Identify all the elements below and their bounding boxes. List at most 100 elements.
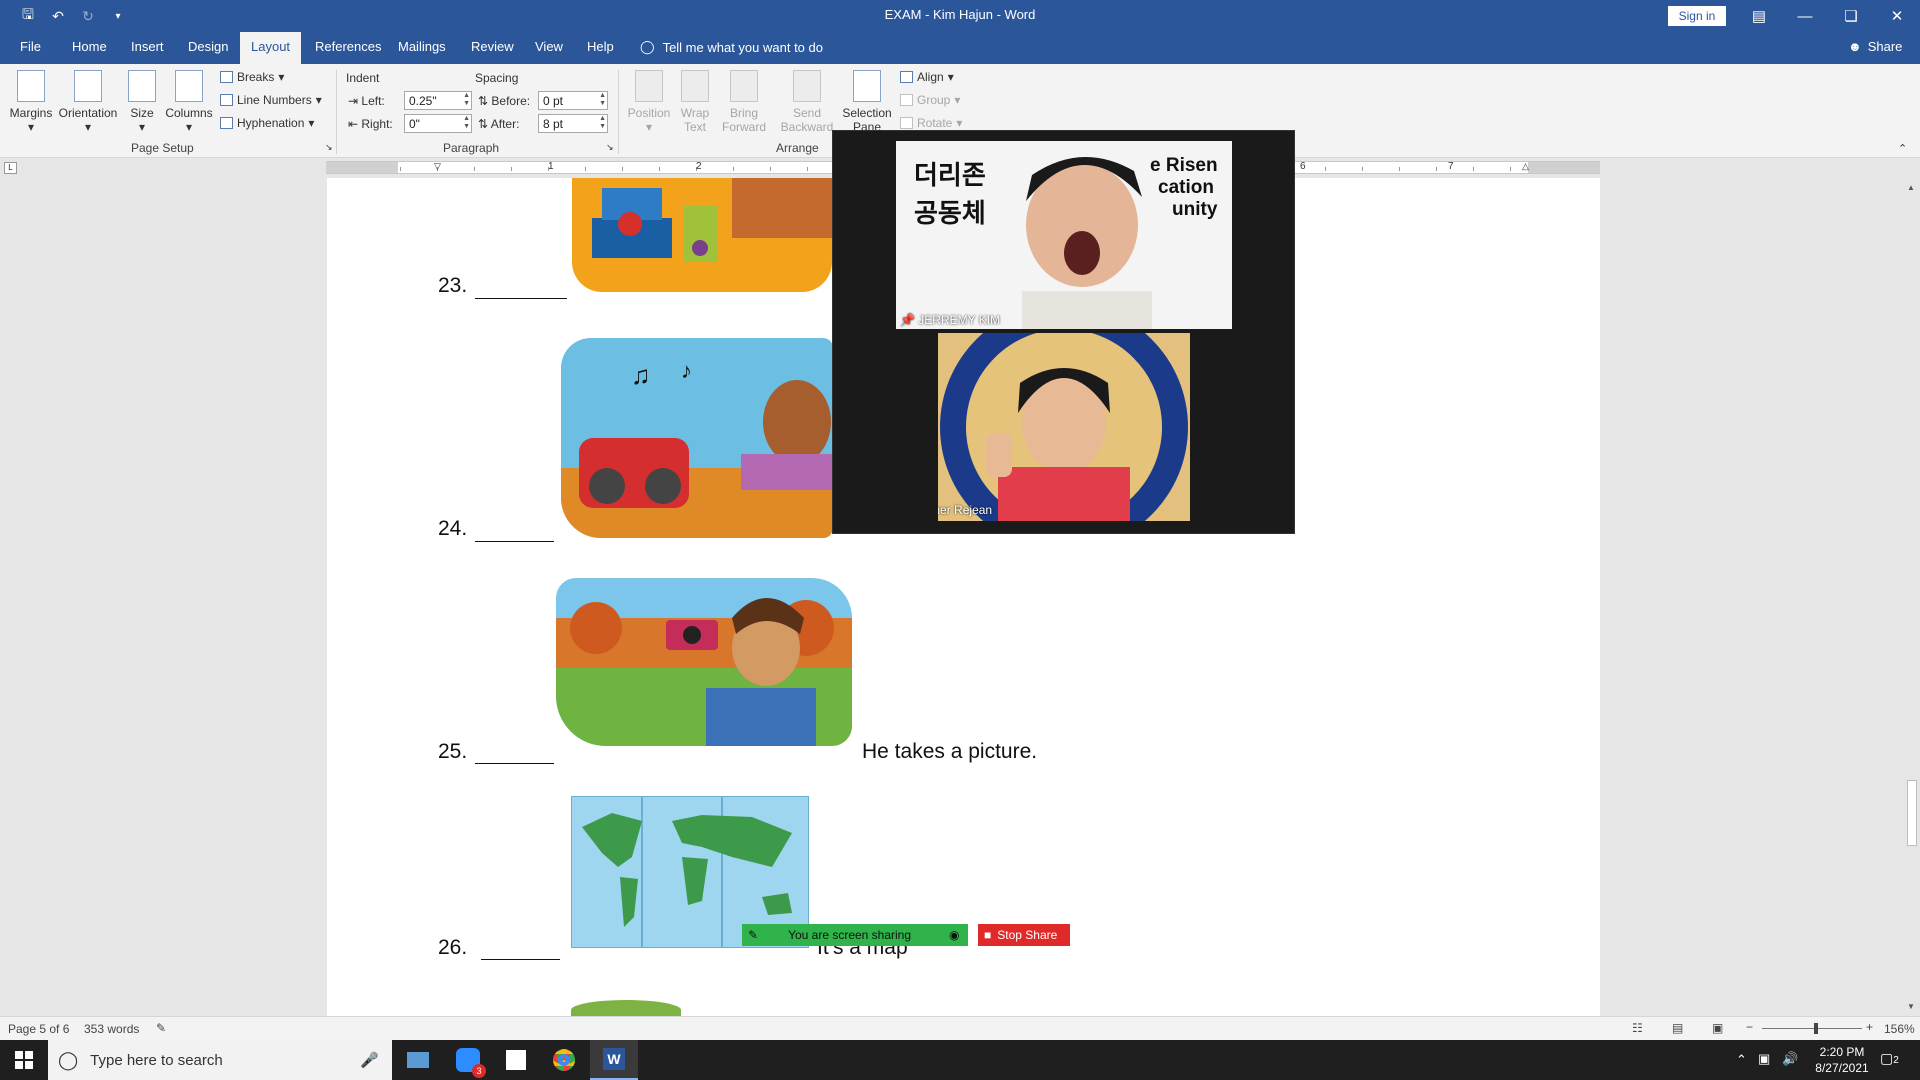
taskbar-search[interactable]: ◯ Type here to search 🎤 [48,1040,392,1080]
page-setup-launcher-icon[interactable]: ↘ [325,142,333,153]
tab-mailings[interactable]: Mailings [398,39,446,54]
indent-marker-icon[interactable]: ▽ [434,161,441,172]
sign-in-button[interactable]: Sign in [1668,6,1726,26]
music-picture[interactable]: ♫ ♪ [561,338,833,538]
zoom-app-icon[interactable]: 3 [444,1040,492,1080]
size-icon [128,70,156,102]
web-layout-icon[interactable]: ▣ [1712,1021,1723,1035]
ribbon-display-icon[interactable]: ▤ [1736,0,1782,32]
pin-icon: 📌 [900,313,915,327]
align-button[interactable]: Align ▾ [900,70,954,84]
print-layout-icon[interactable]: ▤ [1672,1021,1683,1035]
zoom-slider[interactable] [1762,1028,1862,1029]
group-button[interactable]: Group ▾ [900,93,960,107]
spin-icon[interactable]: ▲ ▼ [599,115,606,131]
selection-pane-icon [853,70,881,102]
svg-text:♪: ♪ [681,358,692,383]
wrap-text-button[interactable]: Wrap Text [676,64,714,134]
scroll-thumb[interactable] [1907,780,1917,846]
arrange-label: Arrange [776,141,819,155]
tab-insert[interactable]: Insert [131,39,164,54]
ruler-margin-right [1528,162,1600,173]
zoom-video-panel[interactable]: 더리존 공동체 e Risen cation unity 📌 JERREMY K… [832,130,1295,534]
indent-left-input[interactable]: 0.25" ▲ ▼ [404,91,472,110]
shield-icon: ◉ [949,928,960,942]
drag-handle-icon[interactable]: ✎ [748,928,758,942]
participant-video-teacher[interactable]: Teacher Rejean [938,333,1190,521]
zoom-level[interactable]: 156% [1884,1022,1915,1036]
tab-selector-icon[interactable]: L [4,162,17,174]
file-explorer-icon[interactable] [394,1040,442,1080]
tab-design[interactable]: Design [188,39,228,54]
restore-button[interactable]: ❏ [1828,0,1874,32]
page-count[interactable]: Page 5 of 6 [8,1022,69,1036]
zoom-slider-thumb[interactable] [1814,1023,1818,1034]
selection-pane-button[interactable]: Selection Pane [840,64,894,134]
close-button[interactable]: ✕ [1874,0,1920,32]
search-placeholder: Type here to search [90,1051,223,1069]
rotate-button[interactable]: Rotate ▾ [900,116,962,130]
scroll-up-icon[interactable]: ▲ [1907,183,1915,192]
vertical-scrollbar[interactable]: ▲ ▼ [1904,178,1920,1016]
tab-home[interactable]: Home [72,39,107,54]
answer-blank [475,298,567,299]
proofing-icon[interactable]: ✎ [156,1021,166,1035]
word-count[interactable]: 353 words [84,1022,139,1036]
tell-me-text: Tell me what you want to do [662,39,823,55]
margins-button[interactable]: Margins ▾ [8,64,54,134]
spacing-after-input[interactable]: 8 pt ▲ ▼ [538,114,608,133]
tab-file[interactable]: File [20,39,41,54]
answer-blank [475,541,554,542]
tab-help[interactable]: Help [587,39,614,54]
chrome-icon[interactable] [540,1040,588,1080]
indent-heading: Indent [346,71,380,85]
network-icon[interactable]: ▣ [1758,1051,1770,1067]
volume-icon[interactable]: 🔊 [1782,1051,1798,1067]
collapse-ribbon-icon[interactable]: ⌃ [1898,142,1907,155]
zoom-in-icon[interactable]: + [1866,1020,1873,1034]
breaks-button[interactable]: Breaks ▾ [220,70,284,84]
position-button[interactable]: Position ▾ [624,64,674,134]
tab-review[interactable]: Review [471,39,514,54]
spin-icon[interactable]: ▲ ▼ [463,115,470,131]
microphone-icon[interactable]: 🎤 [360,1051,379,1069]
tell-me-box[interactable]: ◯ Tell me what you want to do [640,39,823,55]
sticky-notes-icon[interactable] [492,1040,540,1080]
camera-picture[interactable] [556,578,852,746]
right-indent-marker-icon[interactable]: △ [1522,161,1529,172]
paragraph-launcher-icon[interactable]: ↘ [606,142,614,153]
windows-start-icon[interactable] [0,1040,48,1080]
word-app-icon[interactable]: W [590,1040,638,1080]
ruler-number: 2 [696,161,702,172]
line-numbers-button[interactable]: Line Numbers ▾ [220,93,322,107]
share-button[interactable]: ☻ Share [1848,39,1902,54]
participant-video-jerremy[interactable]: 더리존 공동체 e Risen cation unity 📌 JERREMY K… [896,141,1232,329]
tab-layout[interactable]: Layout [240,32,302,64]
tab-references[interactable]: References [315,39,381,54]
scroll-down-icon[interactable]: ▼ [1907,1002,1915,1011]
indent-right-input[interactable]: 0" ▲ ▼ [404,114,472,133]
hyphenation-icon [220,117,233,129]
zoom-out-icon[interactable]: − [1746,1020,1753,1034]
date: 8/27/2021 [1815,1061,1869,1075]
answer-blank [475,763,554,764]
minimize-button[interactable]: — [1782,0,1828,32]
size-button[interactable]: Size ▾ [126,64,158,134]
bring-forward-button[interactable]: Bring Forward [714,64,774,134]
columns-button[interactable]: Columns ▾ [162,64,216,134]
orientation-button[interactable]: Orientation ▾ [57,64,119,134]
spin-icon[interactable]: ▲ ▼ [463,92,470,108]
read-mode-icon[interactable]: ☷ [1632,1021,1643,1035]
send-backward-button[interactable]: Send Backward [774,64,840,134]
spin-icon[interactable]: ▲ ▼ [599,92,606,108]
leaf-picture[interactable] [571,1000,681,1016]
hyphenation-button[interactable]: Hyphenation ▾ [220,116,314,130]
stop-share-button[interactable]: ■ Stop Share [978,924,1070,946]
notification-center-icon[interactable]: ▢2 [1880,1050,1899,1067]
spacing-before-input[interactable]: 0 pt ▲ ▼ [538,91,608,110]
lunchbox-picture[interactable] [572,178,832,292]
tab-view[interactable]: View [535,39,563,54]
show-hidden-icons[interactable]: ⌃ [1736,1052,1747,1068]
clock[interactable]: 2:20 PM 8/27/2021 [1802,1044,1882,1076]
screen-sharing-indicator[interactable]: ✎ You are screen sharing ◉ [742,924,968,946]
